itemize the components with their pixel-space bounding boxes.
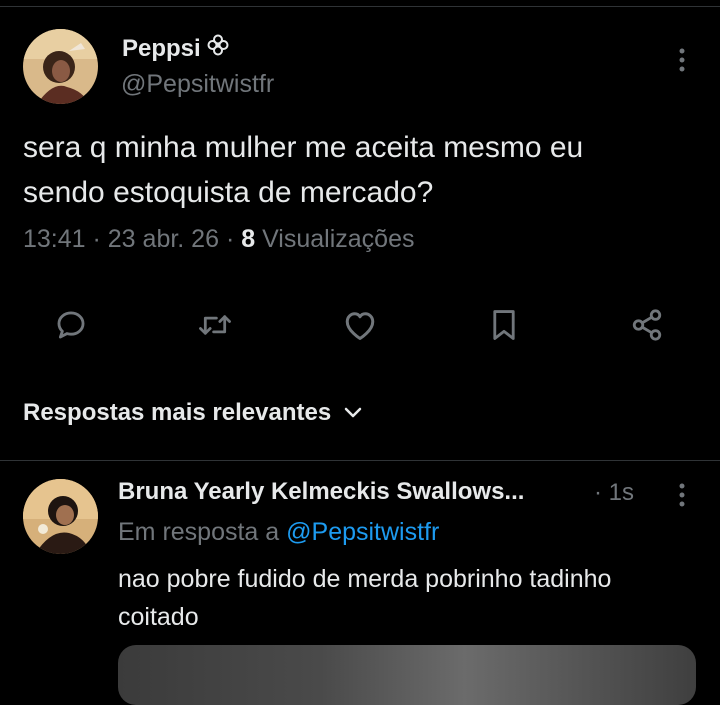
tweet-text: sera q minha mulher me aceita mesmo eu s… [23,125,703,215]
share-icon [632,309,662,341]
flower-emoji-icon [207,34,229,63]
reply-media-image[interactable] [118,645,696,705]
view-count: 8 [241,225,256,253]
tweet-time[interactable]: 13:41 [23,225,86,253]
reply-text: nao pobre fudido de merda pobrinho tadin… [118,560,708,636]
like-button[interactable] [340,305,380,345]
tweet-text-line: sera q minha mulher me aceita mesmo eu [23,131,584,164]
reply-text-line: coitado [118,603,199,631]
author-avatar[interactable] [23,29,98,104]
reply-timestamp[interactable]: · 1s [594,479,634,507]
tweet-text-line: sendo estoquista de mercado? [23,176,434,209]
reply-more-options-icon[interactable] [672,481,692,509]
tweet-date[interactable]: 23 abr. 26 [108,225,219,253]
reply-icon [57,311,85,339]
author-name[interactable]: Peppsi [122,34,229,63]
tweet-meta: 13:41 · 23 abr. 26 · 8 Visualizações [23,225,414,254]
reply-text-line: nao pobre fudido de merda pobrinho tadin… [118,565,612,593]
retweet-button[interactable] [195,305,235,345]
replies-sort-toggle[interactable]: Respostas mais relevantes [23,399,363,427]
reply-button[interactable] [51,305,91,345]
chevron-down-icon [344,407,362,418]
meta-separator: · [85,225,108,253]
heart-icon [345,312,375,340]
more-options-icon[interactable] [672,46,692,74]
reply-to-line: Em resposta a @Pepsitwistfr [118,518,439,547]
author-handle[interactable]: @Pepsitwistfr [121,70,274,99]
author-name-text: Peppsi [122,34,201,62]
reply-author-name[interactable]: Bruna Yearly Kelmeckis Swallows... [118,478,588,506]
replies-sort-label: Respostas mais relevantes [23,399,332,426]
reply-to-prefix: Em resposta a [118,518,287,546]
section-divider [0,460,720,461]
share-button[interactable] [627,305,667,345]
meta-separator: · [219,225,242,253]
reply-to-mention[interactable]: @Pepsitwistfr [286,518,439,546]
top-divider [0,6,720,7]
view-label: Visualizações [255,225,415,253]
reply-author-avatar[interactable] [23,479,98,554]
retweet-icon [199,315,231,335]
bookmark-icon [493,310,515,340]
bookmark-button[interactable] [484,305,524,345]
